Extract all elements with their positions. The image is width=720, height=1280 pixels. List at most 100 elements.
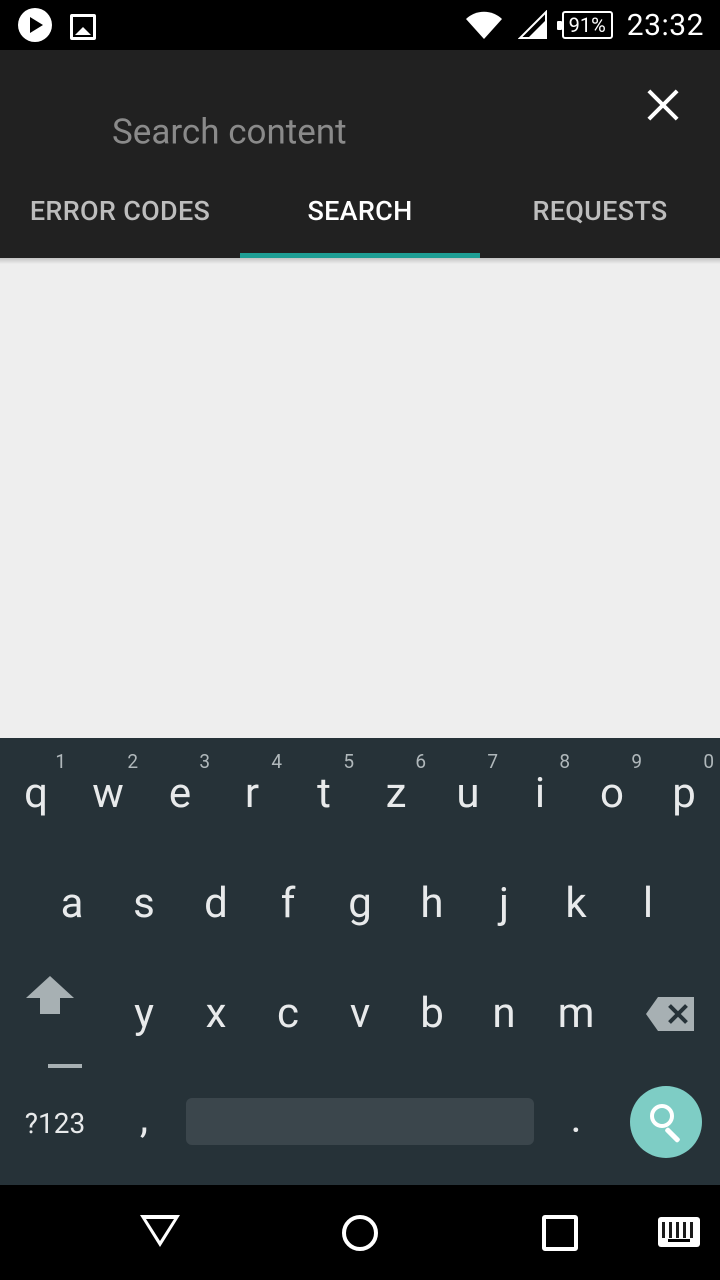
recents-icon[interactable] <box>542 1215 578 1251</box>
tab-label: SEARCH <box>307 194 413 227</box>
key-label: q <box>24 768 48 818</box>
key-label: o <box>600 768 624 818</box>
key-x[interactable]: x <box>180 958 252 1068</box>
key-l[interactable]: l <box>612 848 684 958</box>
play-notification-icon <box>18 8 52 42</box>
tab-label: ERROR CODES <box>29 194 211 227</box>
keyboard-switch-icon[interactable] <box>658 1217 700 1247</box>
tab-bar: ERROR CODES SEARCH REQUESTS <box>0 163 720 258</box>
key-label: y <box>134 988 154 1038</box>
key-label: h <box>420 878 444 928</box>
battery-icon: 91% <box>556 11 613 39</box>
search-toolbar: ERROR CODES SEARCH REQUESTS <box>0 50 720 258</box>
key-label: s <box>133 878 155 928</box>
soft-keyboard: q1 w2 e3 r4 t5 z6 u7 i8 o9 p0 a s d f g … <box>0 738 720 1185</box>
key-hint: 4 <box>271 750 282 773</box>
key-w[interactable]: w2 <box>72 738 144 848</box>
key-label: w <box>92 768 124 818</box>
signal-icon <box>517 10 547 39</box>
search-key[interactable] <box>630 1086 702 1158</box>
key-h[interactable]: h <box>396 848 468 958</box>
tab-label: REQUESTS <box>532 194 668 227</box>
key-n[interactable]: n <box>468 958 540 1068</box>
shift-key[interactable] <box>14 958 86 1068</box>
key-k[interactable]: k <box>540 848 612 958</box>
key-label: t <box>317 768 331 818</box>
key-j[interactable]: j <box>468 848 540 958</box>
backspace-key[interactable] <box>630 958 710 1068</box>
key-label: c <box>277 988 299 1038</box>
key-d[interactable]: d <box>180 848 252 958</box>
key-hint: 2 <box>127 750 138 773</box>
back-icon[interactable] <box>140 1215 180 1247</box>
key-comma[interactable]: , <box>108 1063 180 1173</box>
key-label: l <box>642 878 654 928</box>
key-hint: 1 <box>55 750 66 773</box>
key-label: a <box>60 878 84 928</box>
status-bar: 91% 23:32 <box>0 0 720 50</box>
key-g[interactable]: g <box>324 848 396 958</box>
key-label: m <box>557 988 595 1038</box>
key-label: e <box>168 768 192 818</box>
key-s[interactable]: s <box>108 848 180 958</box>
key-label: x <box>205 988 227 1038</box>
key-hint: 0 <box>703 750 714 773</box>
tab-error-codes[interactable]: ERROR CODES <box>0 163 240 258</box>
backspace-x-icon <box>666 1002 690 1026</box>
key-e[interactable]: e3 <box>144 738 216 848</box>
key-label: n <box>492 988 516 1038</box>
clock: 23:32 <box>626 7 704 43</box>
key-label: , <box>139 1093 149 1143</box>
close-icon[interactable] <box>646 88 680 122</box>
key-hint: 9 <box>631 750 642 773</box>
home-icon[interactable] <box>342 1215 378 1251</box>
key-b[interactable]: b <box>396 958 468 1068</box>
key-m[interactable]: m <box>540 958 612 1068</box>
key-o[interactable]: o9 <box>576 738 648 848</box>
space-key[interactable] <box>186 1098 534 1145</box>
search-input[interactable] <box>112 111 592 153</box>
key-label: j <box>498 878 510 928</box>
wifi-icon <box>465 11 502 39</box>
key-label: k <box>565 878 587 928</box>
key-label: f <box>280 878 296 928</box>
key-t[interactable]: t5 <box>288 738 360 848</box>
key-label: b <box>420 988 444 1038</box>
key-y[interactable]: y <box>108 958 180 1068</box>
symbols-key[interactable]: ?123 <box>0 1073 110 1173</box>
key-label: u <box>456 768 480 818</box>
key-f[interactable]: f <box>252 848 324 958</box>
keyboard-row-2: a s d f g h j k l <box>0 848 720 958</box>
key-label: p <box>672 768 696 818</box>
tab-search[interactable]: SEARCH <box>240 163 480 258</box>
keyboard-row-3: y x c v b n m <box>0 958 720 1068</box>
key-i[interactable]: i8 <box>504 738 576 848</box>
key-z[interactable]: z6 <box>360 738 432 848</box>
key-a[interactable]: a <box>36 848 108 958</box>
key-label: r <box>244 768 260 818</box>
tab-requests[interactable]: REQUESTS <box>480 163 720 258</box>
key-label: d <box>204 878 228 928</box>
search-results-area <box>0 258 720 738</box>
key-u[interactable]: u7 <box>432 738 504 848</box>
key-hint: 3 <box>199 750 210 773</box>
key-hint: 5 <box>343 750 354 773</box>
key-v[interactable]: v <box>324 958 396 1068</box>
key-period[interactable]: . <box>540 1063 612 1173</box>
key-label: z <box>385 768 407 818</box>
key-hint: 7 <box>487 750 498 773</box>
system-icons: 91% 23:32 <box>464 0 704 50</box>
shift-icon <box>48 1064 82 1068</box>
key-hint: 6 <box>415 750 426 773</box>
key-label: i <box>534 768 546 818</box>
battery-level: 91% <box>568 13 606 37</box>
keyboard-row-1: q1 w2 e3 r4 t5 z6 u7 i8 o9 p0 <box>0 738 720 848</box>
key-label: v <box>349 988 371 1038</box>
key-p[interactable]: p0 <box>648 738 720 848</box>
key-label: . <box>570 1093 582 1143</box>
key-q[interactable]: q1 <box>0 738 72 848</box>
key-r[interactable]: r4 <box>216 738 288 848</box>
key-label: g <box>348 878 372 928</box>
search-icon <box>650 1104 674 1128</box>
key-c[interactable]: c <box>252 958 324 1068</box>
